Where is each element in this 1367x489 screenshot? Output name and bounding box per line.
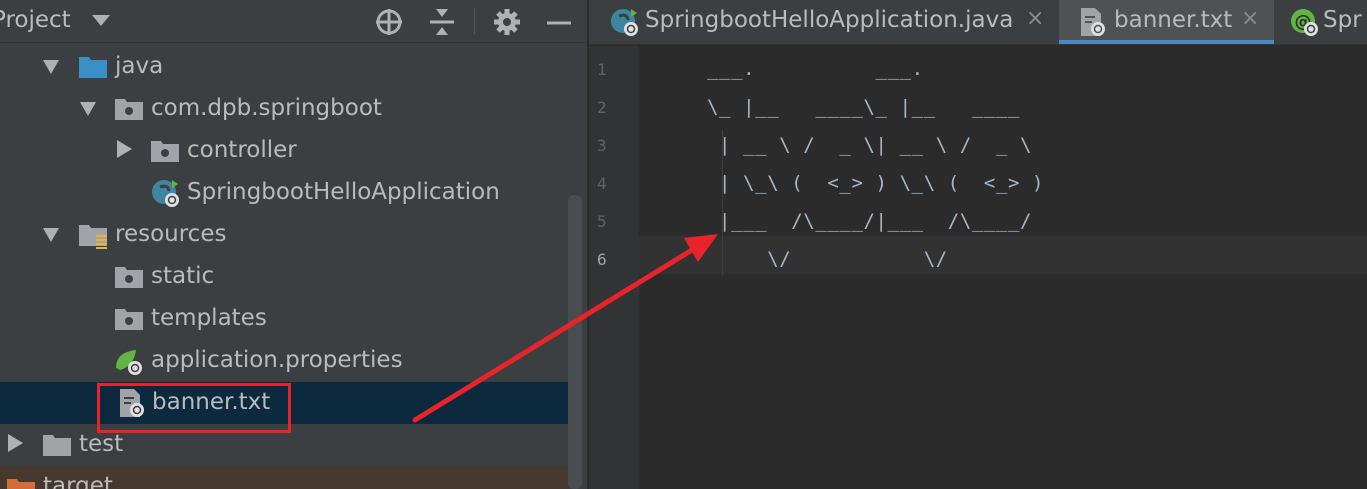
tree-item-label: SpringbootHelloApplication [187,179,500,205]
annotation-highlight-box [97,383,291,433]
tree-item-target[interactable]: target [0,466,568,489]
tree-item-label: static [151,263,215,289]
chevron-down-icon [92,14,111,26]
code-line[interactable]: | __ \ / _ \| __ \ / _ \ [707,134,1032,156]
tree-item-static[interactable]: static [0,256,568,298]
line-number: 2 [597,98,607,117]
collapse-all-icon[interactable] [427,7,457,37]
tree-item-label: templates [151,305,267,331]
project-panel: Project [0,0,587,489]
tree-item-label: target [43,473,113,489]
project-title: Project [0,7,71,33]
tree-item-application-properties[interactable]: application.properties [0,340,568,382]
tree-item-label: test [79,431,124,457]
tab-label: SpringbootHelloApplication.java [645,7,1014,33]
tree-item-templates[interactable]: templates [0,298,568,340]
chevron-right-icon[interactable] [8,434,23,452]
package-icon [115,99,143,120]
tree-item-java[interactable]: java [0,46,568,88]
line-number: 5 [597,212,607,231]
tree-item-package[interactable]: com.dpb.springboot [0,88,568,130]
tree-item-label: application.properties [151,347,403,373]
spring-annotation-icon: @ [1291,9,1318,36]
code-line[interactable]: | \_\ ( <_> ) \_\ ( <_> ) [707,172,1044,194]
chevron-down-icon[interactable] [43,60,59,74]
locate-icon[interactable] [374,7,404,37]
resources-folder-icon [79,225,107,249]
project-panel-scrollbar[interactable] [568,195,582,489]
line-number-current: 6 [597,250,607,269]
excluded-folder-icon [7,479,35,489]
line-number: 1 [597,60,607,79]
line-number: 4 [597,174,607,193]
folder-icon [43,435,71,456]
source-folder-icon [79,57,107,78]
tree-item-label: com.dpb.springboot [151,95,382,121]
project-panel-header: Project [0,0,587,43]
close-icon[interactable]: × [1026,6,1044,31]
hide-panel-icon[interactable] [544,7,574,37]
tree-item-label: java [115,53,164,79]
tree-item-application-class[interactable]: SpringbootHelloApplication [0,172,568,214]
editor-tab-bar: SpringbootHelloApplication.java × banner… [589,0,1367,45]
spring-class-icon [611,9,638,36]
tab-banner-txt[interactable]: banner.txt × [1059,0,1274,44]
text-file-icon [1081,8,1105,36]
chevron-right-icon[interactable] [117,140,132,158]
header-divider [474,8,475,34]
tree-item-label: resources [115,221,227,247]
code-line[interactable]: \_ |__ ____\_ |__ ____ [707,96,1020,118]
project-view-selector[interactable]: Project [0,7,111,33]
editor: SpringbootHelloApplication.java × banner… [587,0,1367,489]
folder-icon [115,309,143,330]
gear-icon[interactable] [492,7,522,37]
tab-spring-annotation[interactable]: @ Spr [1281,0,1367,44]
code-line[interactable]: |___ /\____/|___ /\____/ [707,210,1032,232]
chevron-down-icon[interactable] [43,228,59,242]
folder-icon [115,267,143,288]
tab-springboot-hello-application[interactable]: SpringbootHelloApplication.java × [601,0,1056,44]
chevron-down-icon[interactable] [80,102,96,116]
code-line[interactable]: ___. ___. [707,58,924,80]
spring-class-icon [152,180,179,207]
tree-item-label: controller [187,137,297,163]
tab-label: Spr [1323,7,1362,33]
package-icon [151,141,179,162]
code-line[interactable]: \/ \/ [707,248,948,270]
tab-label: banner.txt [1114,7,1233,33]
line-number: 3 [597,136,607,155]
tree-item-resources[interactable]: resources [0,214,568,256]
tree-item-controller[interactable]: controller [0,130,568,172]
close-icon[interactable]: × [1241,6,1259,31]
spring-properties-icon [116,350,142,375]
